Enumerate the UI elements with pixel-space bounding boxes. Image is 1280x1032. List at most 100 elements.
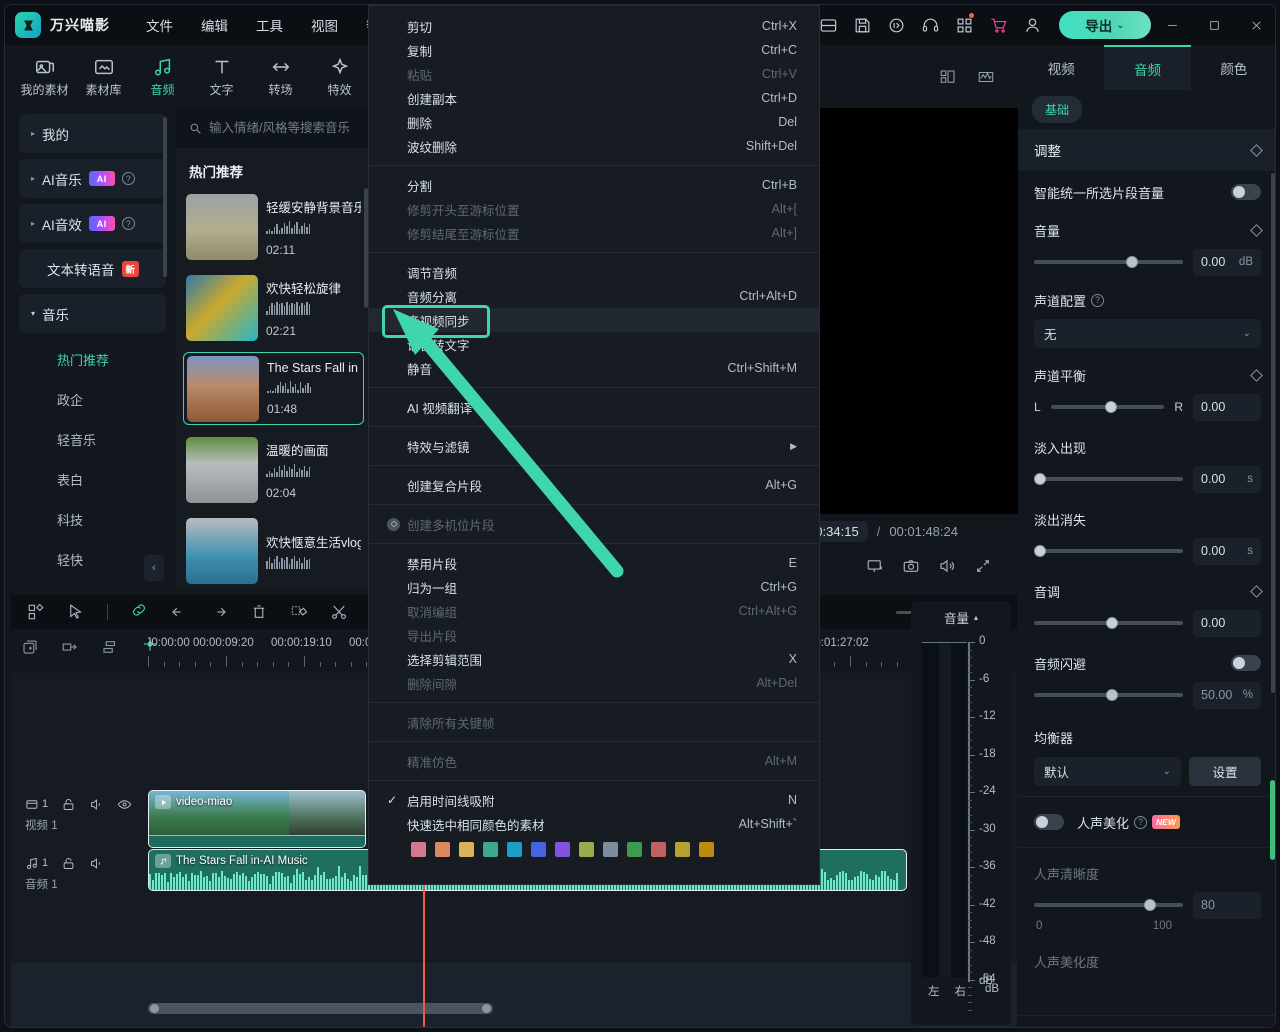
menu-item[interactable]: 静音Ctrl+Shift+M — [369, 356, 819, 380]
panel-collapse-button[interactable]: ‹ — [144, 555, 164, 581]
help-icon[interactable]: ? — [122, 172, 135, 185]
navtab-effects[interactable]: 特效 — [310, 48, 369, 106]
color-swatch[interactable] — [555, 842, 570, 857]
channel-balance-slider[interactable] — [1051, 405, 1165, 409]
properties-scrollbar-thumb[interactable] — [1270, 780, 1275, 860]
tab-video[interactable]: 视频 — [1018, 45, 1104, 90]
color-swatch[interactable] — [483, 842, 498, 857]
grid-layout-icon[interactable] — [938, 68, 958, 86]
search-input[interactable] — [209, 121, 349, 135]
menu-item[interactable]: 剪切Ctrl+X — [369, 14, 819, 38]
help-icon[interactable]: ? — [1091, 294, 1104, 307]
color-swatch[interactable] — [603, 842, 618, 857]
sidebar-item-mine[interactable]: ▸ 我的 — [19, 114, 166, 153]
menu-item[interactable]: 归为一组Ctrl+G — [369, 575, 819, 599]
tab-color[interactable]: 颜色 — [1191, 45, 1276, 90]
eye-icon[interactable] — [117, 797, 132, 812]
export-button[interactable]: 导出 ⌄ — [1059, 11, 1151, 39]
fade-out-value-field[interactable]: 0.00 s — [1193, 538, 1261, 565]
color-swatch[interactable] — [627, 842, 642, 857]
channel-balance-value-field[interactable]: 0.00 — [1193, 394, 1261, 421]
list-item[interactable]: 轻缓安静背景音乐 02:11 — [183, 190, 364, 263]
color-swatch[interactable] — [435, 842, 450, 857]
list-item[interactable]: 欢快轻松旋律 02:21 — [183, 271, 364, 344]
pitch-value-field[interactable]: 0.00 — [1193, 610, 1261, 637]
group-icon[interactable] — [61, 638, 79, 656]
menu-item[interactable]: 分割Ctrl+B — [369, 173, 819, 197]
menu-item[interactable]: 波纹删除Shift+Del — [369, 134, 819, 158]
keyframe-icon[interactable] — [1250, 224, 1263, 237]
color-swatch[interactable] — [411, 842, 426, 857]
menu-item[interactable]: 特效与滤镜▶ — [369, 434, 819, 458]
scroll-handle-right[interactable] — [482, 1004, 491, 1013]
account-icon[interactable] — [1015, 5, 1049, 45]
headset-icon[interactable] — [913, 5, 947, 45]
color-swatch[interactable] — [675, 842, 690, 857]
menu-item[interactable]: 选择剪辑范围X — [369, 647, 819, 671]
pitch-slider[interactable] — [1034, 621, 1183, 625]
properties-scrollbar[interactable] — [1271, 173, 1275, 693]
sidebar-subitem-gov[interactable]: 政企 — [11, 379, 174, 419]
select-tool-icon[interactable] — [67, 603, 85, 621]
auto-normalize-toggle[interactable] — [1231, 184, 1261, 200]
menu-file[interactable]: 文件 — [146, 15, 173, 35]
snapshot-icon[interactable] — [902, 557, 920, 575]
redo-icon[interactable] — [210, 603, 228, 621]
menu-item[interactable]: 复制Ctrl+C — [369, 38, 819, 62]
menu-edit[interactable]: 编辑 — [201, 15, 228, 35]
channel-config-select[interactable]: 无 ⌄ — [1034, 319, 1261, 348]
sidebar-item-ai-sfx[interactable]: ▸ AI音效 AI ? — [19, 204, 166, 243]
close-button[interactable] — [1235, 5, 1276, 45]
fade-out-slider[interactable] — [1034, 549, 1183, 553]
menu-item[interactable]: ✓启用时间线吸附N — [369, 788, 819, 812]
menu-item[interactable]: 音频分离Ctrl+Alt+D — [369, 284, 819, 308]
keyframe-icon[interactable] — [1250, 144, 1263, 157]
fade-in-value-field[interactable]: 0.00 s — [1193, 466, 1261, 493]
equalizer-select[interactable]: 默认 ⌄ — [1034, 757, 1181, 786]
mute-icon[interactable] — [89, 797, 104, 812]
tab-audio[interactable]: 音频 — [1104, 45, 1190, 90]
link-icon[interactable] — [130, 601, 148, 624]
mute-icon[interactable] — [89, 856, 104, 871]
timeline-horizontal-scrollbar[interactable] — [148, 1003, 493, 1014]
sidebar-subitem-tech[interactable]: 科技 — [11, 499, 174, 539]
menu-item[interactable]: 语音转文字 — [369, 332, 819, 356]
fade-in-slider[interactable] — [1034, 477, 1183, 481]
navtab-transition[interactable]: 转场 — [251, 48, 310, 106]
minimize-button[interactable] — [1151, 5, 1193, 45]
split-icon[interactable] — [330, 603, 348, 621]
cart-icon[interactable] — [981, 5, 1015, 45]
add-track-icon[interactable] — [21, 638, 39, 656]
voice-enhance-toggle[interactable] — [1034, 814, 1064, 830]
list-item[interactable]: The Stars Fall in 01:48 — [183, 352, 364, 425]
sidebar-item-ai-music[interactable]: ▸ AI音乐 AI ? — [19, 159, 166, 198]
help-icon[interactable]: ? — [122, 217, 135, 230]
menu-item[interactable]: 调节音频 — [369, 260, 819, 284]
waveform-icon[interactable] — [976, 68, 996, 86]
lock-icon[interactable] — [61, 856, 76, 871]
color-swatch[interactable] — [459, 842, 474, 857]
color-swatch[interactable] — [579, 842, 594, 857]
voice-clarity-value-field[interactable]: 80 — [1193, 892, 1261, 919]
chevron-down-icon[interactable]: ▾ — [31, 309, 35, 318]
sidebar-scrollbar[interactable] — [163, 117, 167, 277]
volume-value-field[interactable]: 0.00 dB — [1193, 249, 1261, 276]
list-item[interactable]: 温暖的画面 02:04 — [183, 433, 364, 506]
volume-slider[interactable] — [1034, 260, 1183, 264]
scroll-handle-left[interactable] — [150, 1004, 159, 1013]
cloud-upload-icon[interactable] — [879, 5, 913, 45]
equalizer-settings-button[interactable]: 设置 — [1189, 757, 1261, 786]
keyframe-icon[interactable] — [1250, 369, 1263, 382]
maximize-button[interactable] — [1193, 5, 1235, 45]
navtab-stock-library[interactable]: 素材库 — [74, 48, 133, 106]
chevron-down-icon[interactable]: ⌄ — [1116, 20, 1124, 31]
menu-item[interactable]: 创建复合片段Alt+G — [369, 473, 819, 497]
list-item[interactable]: 欢快惬意生活vlog — [183, 514, 364, 587]
chevron-up-icon[interactable]: ▴ — [974, 613, 978, 622]
navtab-text[interactable]: 文字 — [192, 48, 251, 106]
navtab-audio[interactable]: 音频 — [133, 48, 192, 106]
color-swatch[interactable] — [531, 842, 546, 857]
volume-icon[interactable] — [938, 557, 956, 575]
chip-basic[interactable]: 基础 — [1032, 96, 1082, 123]
apps-grid-icon[interactable] — [947, 5, 981, 45]
